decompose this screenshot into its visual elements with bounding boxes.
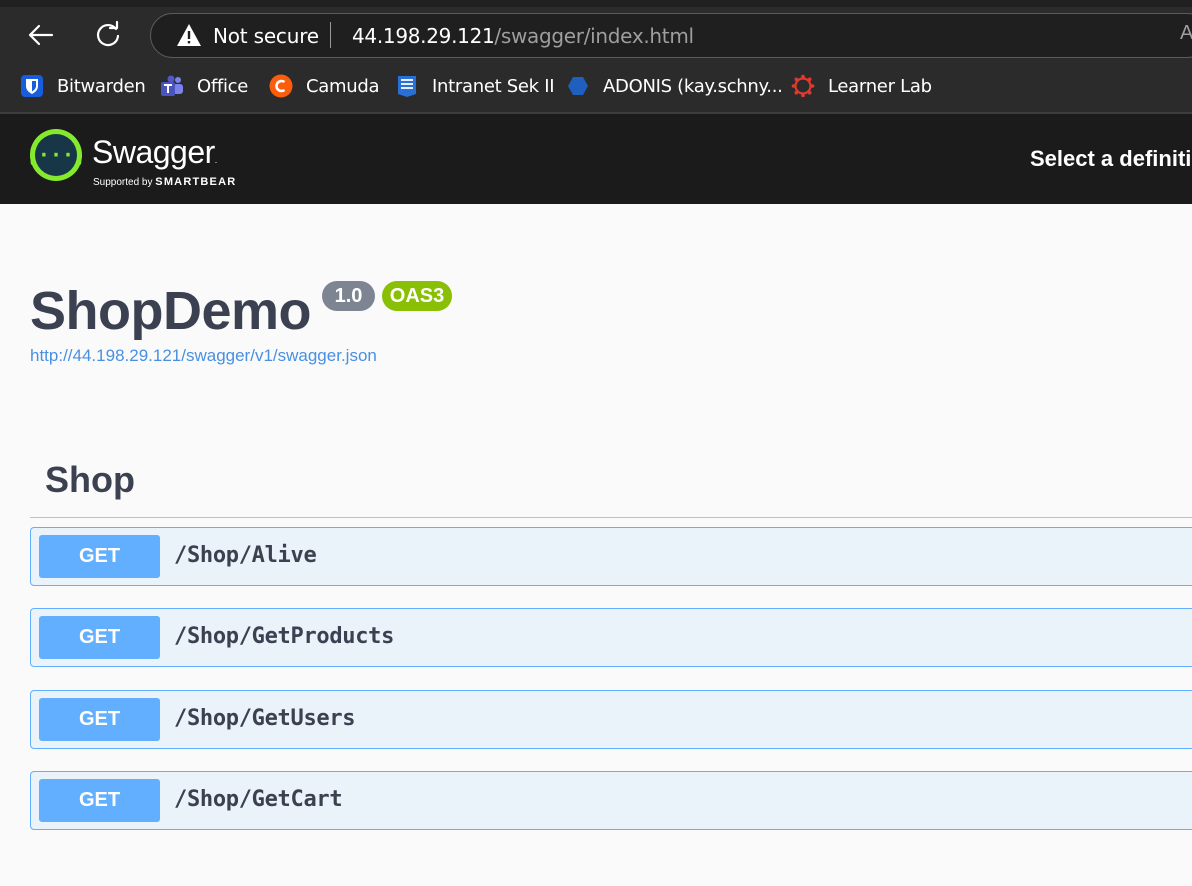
operation-shop-getusers[interactable]: GET /Shop/GetUsers xyxy=(30,690,1192,749)
svg-text:{···}: {···} xyxy=(30,143,82,167)
camunda-icon xyxy=(269,74,293,98)
bookmark-camuda[interactable]: Camuda xyxy=(269,72,380,100)
swagger-wordmark[interactable]: Swagger. xyxy=(92,134,217,171)
url-text[interactable]: 44.198.29.121/swagger/index.html xyxy=(352,24,694,48)
tag-title[interactable]: Shop xyxy=(45,459,135,501)
bookmark-label: Bitwarden xyxy=(57,75,146,97)
supported-by-label: Supported by SMARTBEAR xyxy=(93,176,236,188)
oas-badge: OAS3 xyxy=(382,281,452,311)
hexagon-icon xyxy=(566,74,590,98)
operation-shop-alive[interactable]: GET /Shop/Alive xyxy=(30,527,1192,586)
operation-shop-getproducts[interactable]: GET /Shop/GetProducts xyxy=(30,608,1192,667)
reload-button[interactable] xyxy=(87,14,129,56)
url-path: /swagger/index.html xyxy=(494,24,694,48)
bookmark-office[interactable]: Office xyxy=(160,72,248,100)
spec-url-link[interactable]: http://44.198.29.121/swagger/v1/swagger.… xyxy=(30,346,377,366)
operation-path: /Shop/GetUsers xyxy=(174,706,356,731)
bookmark-adonis[interactable]: ADONIS (kay.schny... xyxy=(566,72,783,100)
operation-shop-getcart[interactable]: GET /Shop/GetCart xyxy=(30,771,1192,830)
canvas-icon xyxy=(791,74,815,98)
url-host: 44.198.29.121 xyxy=(352,24,495,48)
method-badge: GET xyxy=(39,535,160,578)
bookmarks-bar: Bitwarden Office Camuda Intranet Sek II … xyxy=(0,66,1192,106)
api-title: ShopDemo xyxy=(30,281,312,341)
supported-by-text: Supported by xyxy=(93,177,153,188)
arrow-left-icon xyxy=(28,24,54,46)
security-status-label[interactable]: Not secure xyxy=(213,24,319,48)
reload-icon xyxy=(96,20,120,47)
operation-path: /Shop/Alive xyxy=(174,543,317,568)
swagger-trademark: . xyxy=(214,155,218,165)
bookmark-label: Learner Lab xyxy=(828,75,932,97)
back-button[interactable] xyxy=(20,14,62,56)
smartbear-text: SMARTBEAR xyxy=(155,176,237,188)
bookmark-learner-lab[interactable]: Learner Lab xyxy=(791,72,932,100)
bookmark-bitwarden[interactable]: Bitwarden xyxy=(20,72,146,100)
url-divider xyxy=(330,22,331,48)
operation-path: /Shop/GetCart xyxy=(174,787,343,812)
warning-icon[interactable] xyxy=(176,23,202,47)
swagger-logo-text: Swagger xyxy=(92,134,215,170)
version-badge: 1.0 xyxy=(322,281,375,311)
reader-mode-icon[interactable]: A xyxy=(1180,22,1192,45)
teams-icon xyxy=(160,74,184,98)
bookmark-intranet[interactable]: Intranet Sek II xyxy=(395,72,555,100)
bookmark-label: Intranet Sek II xyxy=(432,75,555,97)
method-badge: GET xyxy=(39,698,160,741)
swagger-logo-icon[interactable]: {···} xyxy=(30,129,82,181)
bookmark-label: Office xyxy=(197,75,249,97)
tag-divider xyxy=(30,517,1192,518)
tab-strip-edge xyxy=(0,0,1192,7)
bitwarden-icon xyxy=(20,74,44,98)
bookmark-label: Camuda xyxy=(306,75,380,97)
bookmark-label: ADONIS (kay.schny... xyxy=(603,75,783,97)
method-badge: GET xyxy=(39,616,160,659)
method-badge: GET xyxy=(39,779,160,822)
operation-path: /Shop/GetProducts xyxy=(174,624,395,649)
document-icon xyxy=(395,74,419,98)
select-definition-label: Select a definition xyxy=(1030,146,1192,171)
